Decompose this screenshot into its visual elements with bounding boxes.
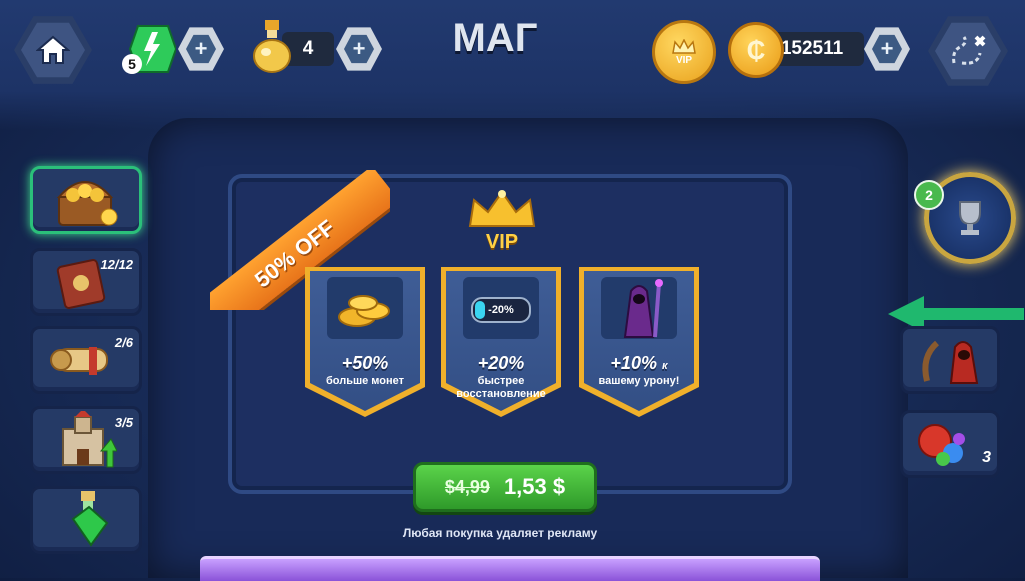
plus-icon: +	[344, 34, 374, 64]
home-button-face	[21, 22, 85, 78]
perk-card-damage: +10% к вашему урону!	[579, 267, 699, 417]
battery-fill	[475, 301, 485, 319]
perk-card-coins: +50% больше монет	[305, 267, 425, 417]
castle-count: 3/5	[114, 415, 133, 430]
perk-card-recovery: -20% +20% быстрее восстановление	[441, 267, 561, 417]
trophy-icon	[959, 201, 981, 235]
perk-description: быстрее восстановление	[456, 375, 546, 400]
perk-card-image	[601, 277, 677, 339]
vip-label: VIP	[485, 231, 519, 253]
vip-button[interactable]: VIP	[652, 20, 716, 84]
plus-icon: +	[186, 34, 216, 64]
gems-bag-icon	[918, 424, 965, 466]
old-price: $4,99	[444, 476, 490, 497]
potion-icon	[250, 18, 294, 74]
coins-amount: 152511	[780, 38, 844, 59]
page-title: МАГ	[452, 16, 538, 60]
buy-button[interactable]: $4,99 1,53 $	[413, 462, 597, 512]
perk-percent: +50%	[341, 353, 389, 373]
scroll-icon	[50, 347, 108, 375]
potion-count: 4	[302, 38, 314, 59]
vip-badge-label: VIP	[675, 54, 693, 66]
sidebar-item-wizard[interactable]	[900, 326, 1000, 394]
sidebar-item-potion[interactable]	[30, 486, 142, 554]
spellbook-count: 12/12	[100, 257, 133, 272]
treasure-map-icon	[952, 35, 986, 65]
battery-icon: -20%	[471, 297, 531, 323]
sidebar-item-spellbook[interactable]: 12/12	[30, 248, 142, 316]
quest-map-button-face	[935, 22, 1001, 80]
wizard-staff-icon	[922, 340, 979, 384]
perk-card-image: -20%	[463, 277, 539, 339]
crown-icon	[468, 190, 536, 227]
perk-percent: +20%	[477, 353, 525, 373]
energy-level-badge: 5	[122, 54, 142, 74]
sidebar-item-scrolls[interactable]: 2/6	[30, 326, 142, 394]
gold-coins-icon	[338, 295, 390, 327]
battery-badge: -20%	[488, 304, 514, 316]
energy-gem: 5	[122, 24, 178, 74]
trophy-badge: 2	[914, 180, 944, 210]
green-potion-icon	[71, 491, 109, 547]
coin-icon: ₵	[728, 22, 784, 78]
perk-card-image	[327, 277, 403, 339]
bottom-offer-strip[interactable]	[200, 556, 820, 581]
perk-description-inline: к	[661, 360, 668, 372]
perk-percent-row: +10% к	[579, 353, 699, 374]
perk-percent: +10%	[610, 353, 657, 373]
plus-icon: +	[872, 34, 902, 64]
scrolls-count: 2/6	[114, 335, 133, 350]
treasure-chest-icon	[56, 181, 118, 226]
wizard-icon	[623, 279, 663, 338]
vip-crown: VIP	[462, 190, 542, 260]
new-price: 1,53 $	[503, 474, 566, 499]
castle-upgrade-icon	[62, 411, 117, 468]
ads-removal-note: Любая покупка удаляет рекламу	[402, 526, 598, 540]
sidebar-item-chests[interactable]	[30, 166, 142, 234]
crown-icon	[672, 38, 696, 54]
perk-description: вашему урону!	[598, 375, 680, 387]
home-icon	[36, 35, 70, 64]
gems-count: 3	[982, 449, 991, 466]
sidebar-item-gems[interactable]: 3	[900, 410, 1000, 478]
sidebar-item-castle[interactable]: 3/5	[30, 406, 142, 474]
perk-description: больше монет	[325, 375, 405, 387]
